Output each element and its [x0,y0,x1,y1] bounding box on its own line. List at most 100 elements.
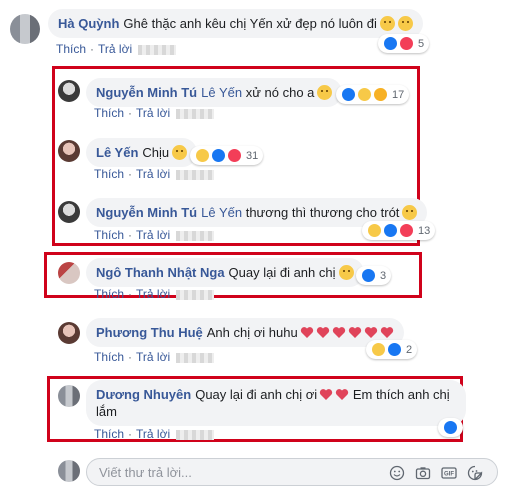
avatar[interactable] [58,322,80,344]
comment-bubble: Phương Thu Huệ Anh chị ơi huhu [86,318,404,347]
comment-bubble: Nguyễn Minh Tú Lê Yến xử nó cho a [86,78,343,107]
current-user-avatar [58,460,80,482]
avatar[interactable] [58,201,80,223]
avatar[interactable] [58,385,80,407]
author-name[interactable]: Hà Quỳnh [58,16,119,31]
avatar[interactable] [58,140,80,162]
like-reaction-icon [361,268,376,283]
author-name[interactable]: Ngô Thanh Nhật Nga [96,265,225,280]
grin-emoji-icon [402,205,418,220]
like-link[interactable]: Thích [94,106,124,120]
comment-text: Anh chị ơi huhu [206,325,298,340]
reaction-count: 3 [380,269,387,282]
comment-text: Quay lại đi anh chị ơi [195,387,318,402]
haha-reaction-icon [195,148,210,163]
avatar[interactable] [10,14,40,44]
haha-reaction-icon [357,87,372,102]
heart-emoji-icon [320,389,333,400]
timestamp-blurred [176,169,215,180]
heart-emoji-icon [336,389,349,400]
heart-emoji-icon [364,327,377,338]
like-link[interactable]: Thích [94,287,124,301]
timestamp-blurred [176,289,215,300]
like-reaction-icon [211,148,226,163]
reaction-summary[interactable]: 31 [190,146,264,165]
heart-emoji-icon [380,327,393,338]
author-name[interactable]: Dương Nhuyên [96,387,191,402]
reply-composer[interactable]: GIF [86,458,498,486]
svg-text:GIF: GIF [444,472,454,478]
comment-bubble: Dương Nhuyên Quay lại đi anh chị ơi Em th… [86,380,466,426]
comment-text: Quay lại đi anh chị [228,265,336,280]
reaction-count: 13 [418,224,431,237]
grin-emoji-icon [397,16,413,31]
comment-text: Ghê thặc anh kêu chị Yến xử đẹp nó luôn … [123,16,377,31]
reaction-summary[interactable]: 17 [336,85,410,104]
reply-link[interactable]: Trả lời [136,287,170,301]
reply-link[interactable]: Trả lời [136,427,170,441]
author-name[interactable]: Nguyễn Minh Tú [96,85,197,100]
comment-text: Chịu [142,145,170,160]
comment-actions: Thích · Trả lời [56,42,177,56]
reaction-summary[interactable]: 3 [356,266,392,285]
reaction-count: 2 [406,343,413,356]
smile-icon[interactable] [389,465,405,481]
like-link[interactable]: Thích [94,167,124,181]
avatar[interactable] [58,80,80,102]
like-link[interactable]: Thích [94,427,124,441]
timestamp-blurred [176,352,215,363]
reaction-summary[interactable] [438,418,463,437]
camera-icon[interactable] [415,465,431,481]
reply-link[interactable]: Trả lời [136,228,170,242]
reaction-summary[interactable]: 5 [378,34,430,53]
grin-emoji-icon [338,265,354,280]
comment-actions: Thích · Trả lời [94,287,215,301]
like-reaction-icon [341,87,356,102]
mention-link[interactable]: Lê Yến [201,85,242,100]
gif-icon[interactable]: GIF [441,465,457,481]
avatar[interactable] [58,262,80,284]
comment-actions: Thích · Trả lời [94,106,215,120]
sticker-icon[interactable] [467,465,483,481]
like-reaction-icon [383,36,398,51]
reply-link[interactable]: Trả lời [136,106,170,120]
comment-actions: Thích · Trả lời [94,167,215,181]
comment-actions: Thích · Trả lời [94,228,215,242]
comment-bubble: Ngô Thanh Nhật Nga Quay lại đi anh chị [86,258,364,287]
haha-reaction-icon [371,342,386,357]
wow-reaction-icon [373,87,388,102]
like-link[interactable]: Thích [56,42,86,56]
like-link[interactable]: Thích [94,350,124,364]
haha-reaction-icon [367,223,382,238]
comment-bubble: Lê Yến Chịu [86,138,198,167]
love-reaction-icon [399,223,414,238]
reply-link[interactable]: Trả lời [98,42,132,56]
love-reaction-icon [227,148,242,163]
reply-link[interactable]: Trả lời [136,350,170,364]
reaction-summary[interactable]: 2 [366,340,418,359]
reply-input[interactable] [97,464,331,481]
love-reaction-icon [399,36,414,51]
comment-text: thương thì thương cho trót [245,205,400,220]
author-name[interactable]: Lê Yến [96,145,138,160]
comment-actions: Thích · Trả lời [94,350,215,364]
reply-link[interactable]: Trả lời [136,167,170,181]
timestamp-blurred [138,44,177,55]
reaction-count: 5 [418,37,425,50]
comment-bubble: Hà Quỳnh Ghê thặc anh kêu chị Yến xử đẹp … [48,9,423,38]
mention-link[interactable]: Lê Yến [201,205,242,220]
author-name[interactable]: Nguyễn Minh Tú [96,205,197,220]
comment-actions: Thích · Trả lời [94,427,215,441]
reaction-count: 31 [246,149,259,162]
heart-emoji-icon [300,327,313,338]
neutral-emoji-icon [172,145,188,160]
like-link[interactable]: Thích [94,228,124,242]
author-name[interactable]: Phương Thu Huệ [96,325,203,340]
like-reaction-icon [443,420,458,435]
reaction-summary[interactable]: 13 [362,221,436,240]
like-reaction-icon [387,342,402,357]
reaction-count: 17 [392,88,405,101]
like-reaction-icon [383,223,398,238]
timestamp-blurred [176,429,215,440]
grin-emoji-icon [379,16,395,31]
